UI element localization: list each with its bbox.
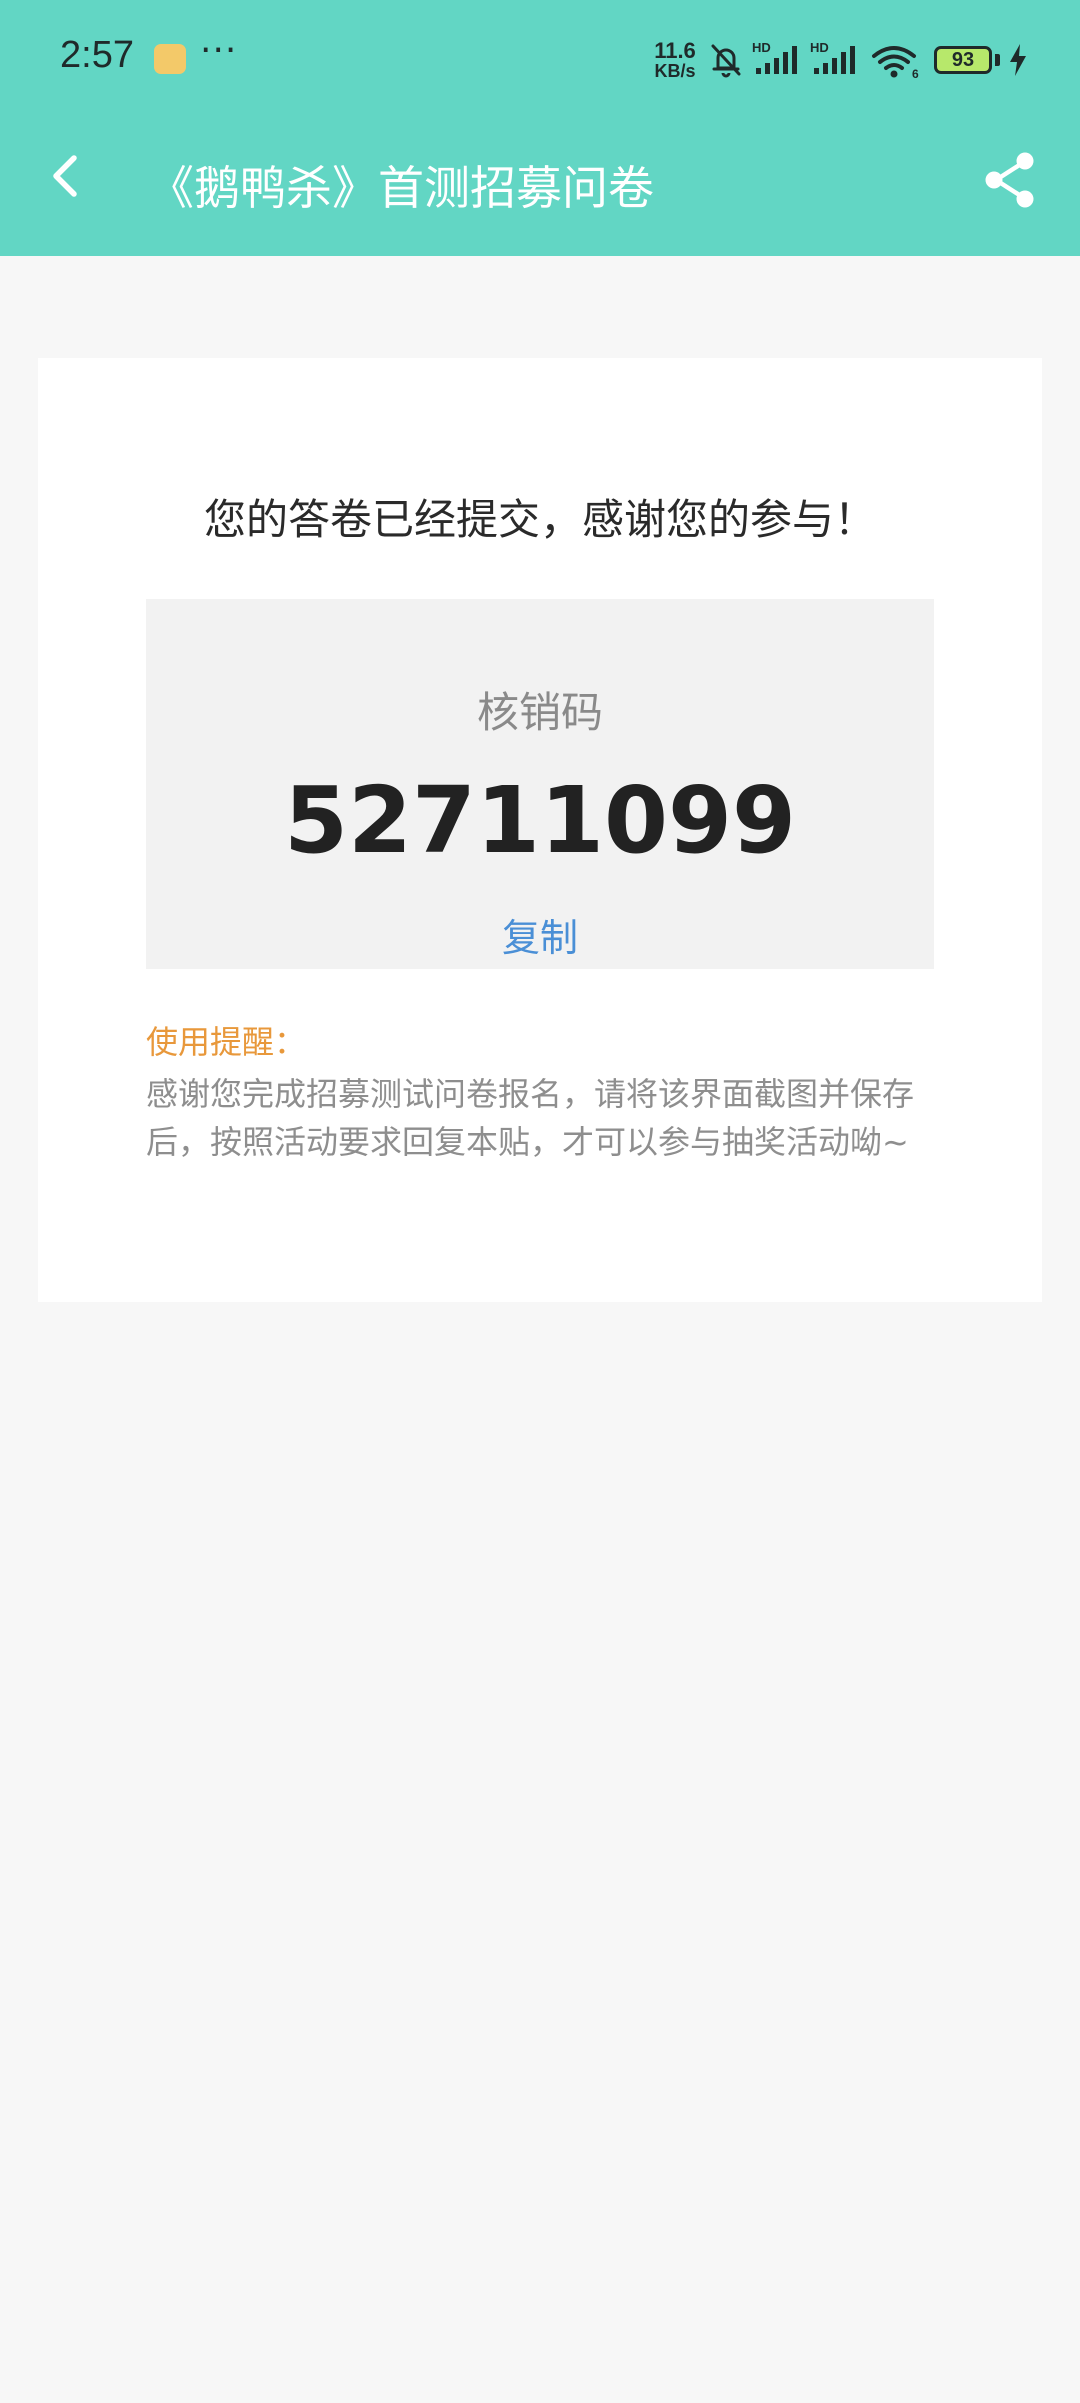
usage-reminder-title: 使用提醒：: [146, 1023, 307, 1061]
verification-code-label: 核销码: [476, 688, 603, 737]
charging-icon: [1010, 44, 1026, 76]
header: 2:57 ··· 11.6 KB/s HD HD 6 93 《鹅鸭杀》首测招募问…: [0, 0, 1080, 256]
network-speed-unit: KB/s: [654, 61, 696, 81]
svg-text:6: 6: [912, 67, 919, 80]
network-speed: 11.6 KB/s: [650, 38, 700, 81]
usage-reminder-text: 感谢您完成招募测试问卷报名，请将该界面截图并保存后，按照活动要求回复本贴，才可以…: [146, 1075, 915, 1161]
status-time: 2:57: [60, 34, 134, 76]
verification-code-box: 核销码 52711099 复制: [146, 599, 934, 969]
more-notifications-indicator: ···: [200, 30, 238, 71]
hd-signal-icon: HD: [810, 40, 855, 74]
svg-text:HD: HD: [810, 40, 829, 55]
network-speed-value: 11.6: [654, 38, 696, 63]
copy-button[interactable]: 复制: [450, 907, 630, 962]
battery-tip: [995, 54, 1000, 66]
chevron-left-icon: [53, 155, 77, 197]
page-title: 《鹅鸭杀》首测招募问卷: [148, 161, 654, 215]
hd-signal-icon: HD: [752, 40, 797, 74]
share-icon: [985, 152, 1034, 208]
navigation-bar: 《鹅鸭杀》首测招募问卷: [0, 120, 1080, 256]
submission-card: 您的答卷已经提交，感谢您的参与！ 核销码 52711099 复制 使用提醒： 感…: [38, 358, 1042, 1302]
app-notification-icon: [154, 44, 186, 74]
verification-code-value: 52711099: [283, 767, 797, 874]
bell-muted-icon: [711, 44, 741, 78]
wifi-icon: 6: [872, 46, 919, 80]
battery-icon: 93: [934, 46, 992, 74]
share-button[interactable]: [978, 148, 1042, 212]
submission-confirmation: 您的答卷已经提交，感谢您的参与！: [203, 495, 876, 544]
svg-text:HD: HD: [752, 40, 771, 55]
back-button[interactable]: [40, 144, 100, 208]
status-bar: 2:57 ··· 11.6 KB/s HD HD 6 93: [0, 0, 1080, 120]
